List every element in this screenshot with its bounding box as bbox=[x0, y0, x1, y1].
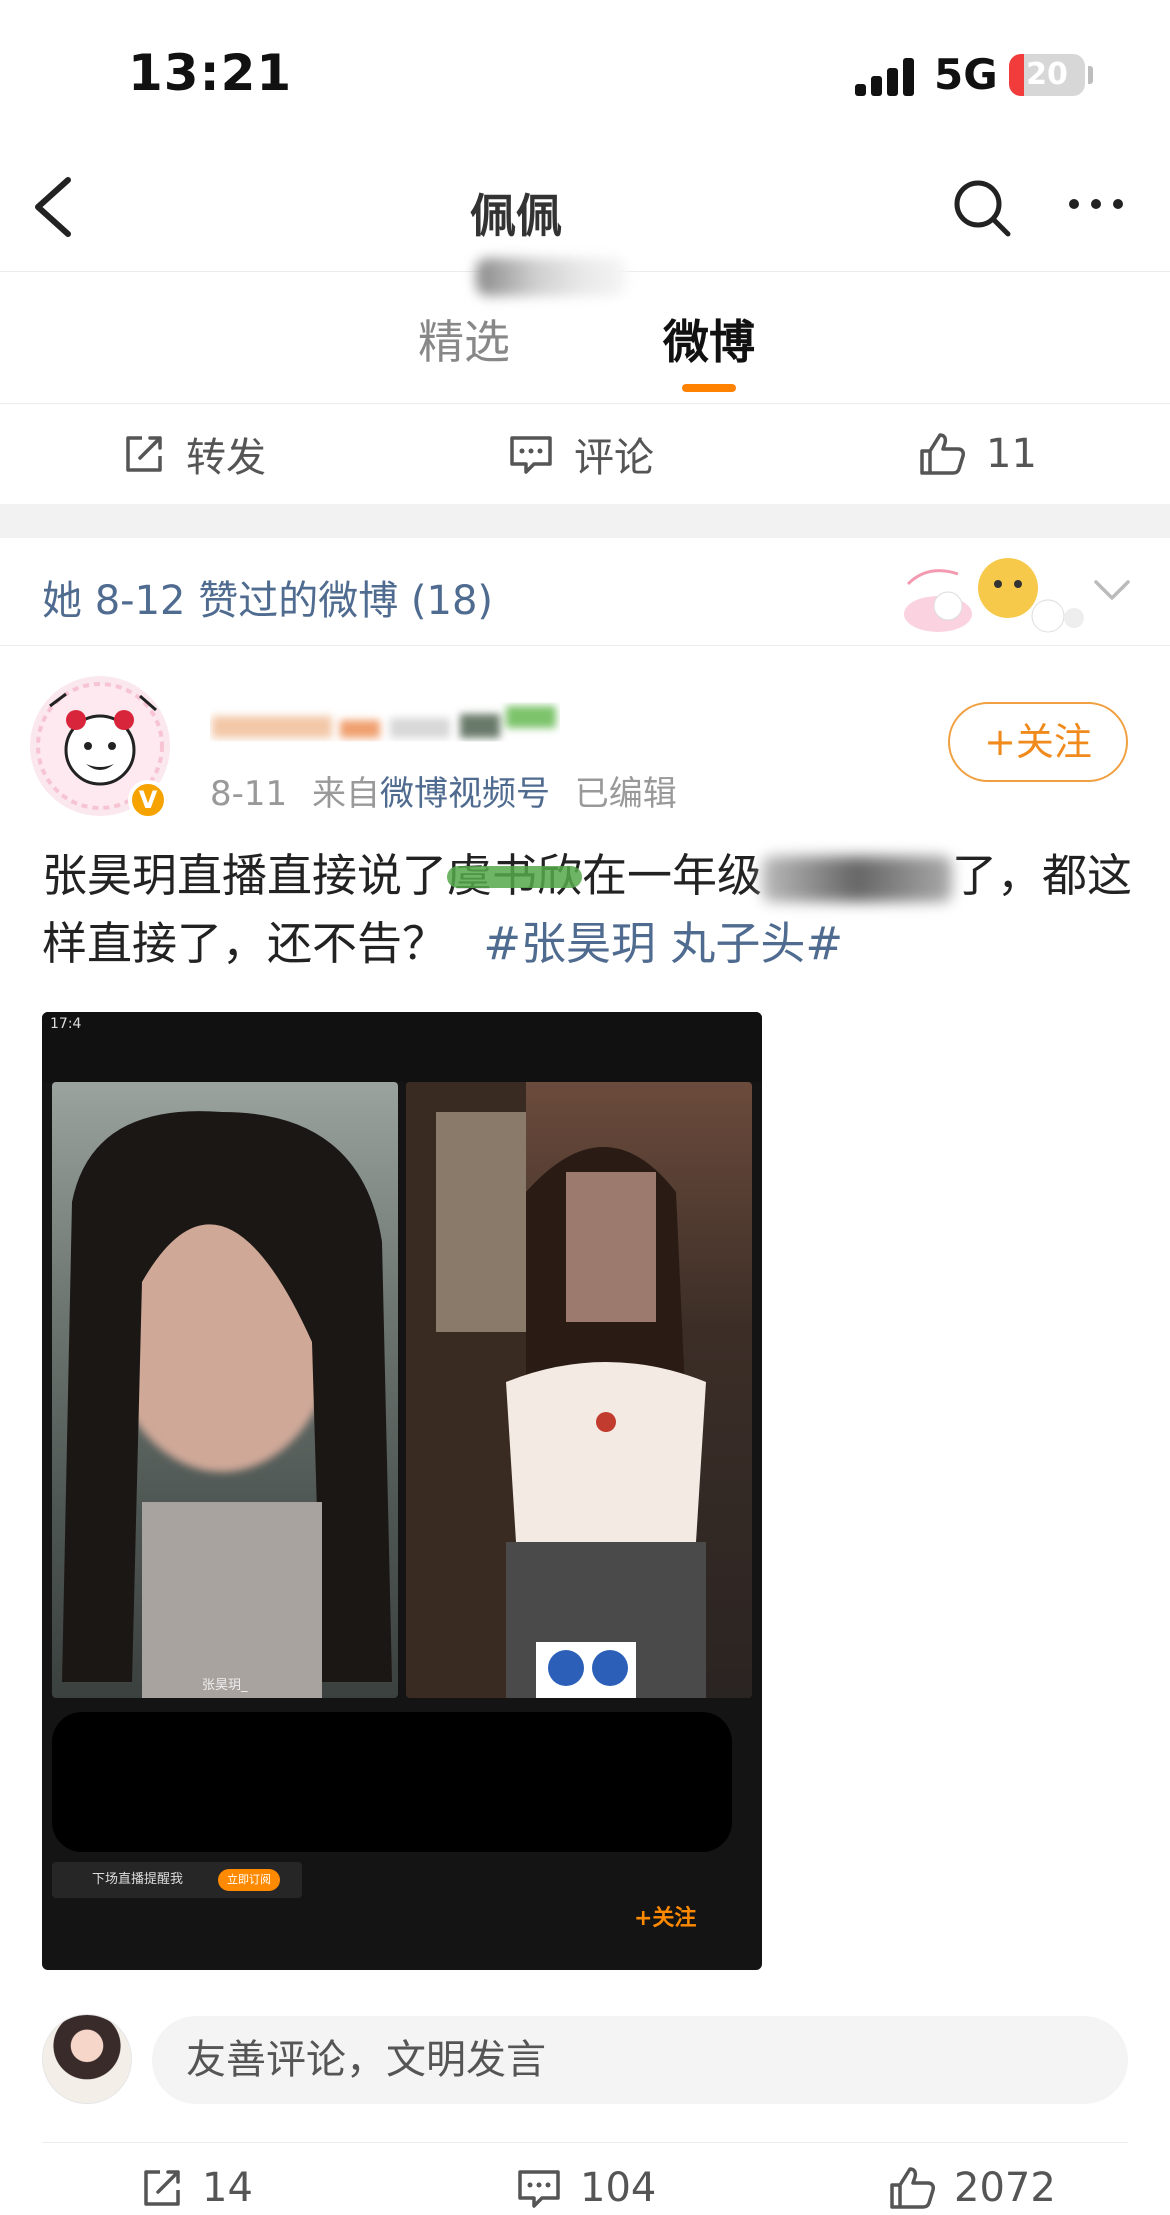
comment-icon bbox=[518, 2170, 560, 2208]
person-right-illustration bbox=[406, 1082, 706, 1698]
verified-badge-icon: V bbox=[128, 780, 168, 820]
like-count: 11 bbox=[986, 431, 1037, 477]
network-type: 5G bbox=[934, 50, 998, 99]
stream-top-bar: 17:4 bbox=[42, 1012, 762, 1082]
post-comment-button[interactable]: 104 bbox=[516, 2165, 656, 2211]
follow-button[interactable]: +关注 bbox=[948, 702, 1128, 782]
video-follow-button[interactable]: +关注 bbox=[634, 1900, 696, 1932]
post-like-button[interactable]: 2072 bbox=[888, 2165, 1056, 2211]
comment-label: 评论 bbox=[574, 435, 654, 481]
post-actions: 14 104 2072 bbox=[42, 2142, 1128, 2215]
post-meta: 8-11 来自微博视频号 已编辑 bbox=[210, 766, 677, 815]
post-text: 张昊玥直播直接说了虞书欣在一年级了，都这样直接了，还不告？ #张昊玥 丸子头# bbox=[42, 842, 1142, 978]
liked-posts-title: 她 8-12 赞过的微博 (18) bbox=[42, 578, 494, 624]
person-left-illustration bbox=[62, 1111, 392, 1698]
comment-button[interactable]: 评论 bbox=[508, 426, 654, 482]
chevron-down-icon[interactable] bbox=[1092, 576, 1132, 604]
tab-featured[interactable]: 精选 bbox=[418, 306, 510, 372]
post-repost-button[interactable]: 14 bbox=[140, 2165, 253, 2211]
nav-bar: 佩佩 bbox=[0, 150, 1170, 296]
stream-time: 17:4 bbox=[50, 1016, 82, 1032]
stream-left-panel: 张昊玥_ bbox=[52, 1082, 398, 1698]
sticker-decoration-icon bbox=[904, 558, 1084, 633]
post-header: V 8-11 来自微博视频号 已编辑 +关注 bbox=[0, 646, 1170, 836]
search-icon[interactable] bbox=[950, 176, 1014, 240]
repost-button[interactable]: 转发 bbox=[122, 426, 266, 482]
stream-right-panel bbox=[406, 1082, 752, 1698]
thumbs-up-icon bbox=[920, 433, 965, 475]
post-video-thumbnail[interactable]: 17:4 张昊玥_ 下场直播提醒我 立即订阅 +关注 bbox=[42, 1012, 762, 1970]
post-edited: 已编辑 bbox=[574, 774, 677, 814]
green-scribble bbox=[447, 866, 583, 888]
subscribe-button[interactable]: 立即订阅 bbox=[218, 1869, 280, 1891]
battery-level: 20 bbox=[1026, 57, 1068, 92]
more-icon[interactable] bbox=[1066, 194, 1126, 214]
post-text-part2: 在一年级 bbox=[582, 849, 763, 902]
my-avatar[interactable] bbox=[42, 2014, 132, 2104]
blurred-username[interactable] bbox=[210, 700, 560, 752]
repost-count: 14 bbox=[202, 2165, 253, 2211]
thumbs-up-icon bbox=[890, 2167, 935, 2209]
stream-left-name: 张昊玥_ bbox=[202, 1678, 248, 1693]
comment-icon bbox=[510, 436, 552, 474]
battery-cap bbox=[1088, 66, 1093, 84]
back-arrow-icon[interactable] bbox=[28, 172, 88, 242]
like-button[interactable]: 11 bbox=[918, 426, 1037, 482]
signal-icon bbox=[855, 58, 917, 96]
repost-icon bbox=[126, 436, 162, 472]
status-bar: 13:21 5G 20 bbox=[0, 0, 1170, 150]
section-divider bbox=[0, 504, 1170, 538]
repost-icon bbox=[144, 2170, 180, 2206]
status-time: 13:21 bbox=[128, 44, 293, 102]
post-date: 8-11 bbox=[210, 774, 288, 814]
post-text-marked: 虞书欣 bbox=[447, 842, 583, 910]
tab-weibo[interactable]: 微博 bbox=[663, 306, 755, 372]
liked-posts-header[interactable]: 她 8-12 赞过的微博 (18) bbox=[0, 538, 1170, 646]
prev-post-actions: 转发 评论 11 bbox=[0, 404, 1170, 504]
active-tab-indicator bbox=[682, 384, 736, 392]
comment-input[interactable]: 友善评论，文明发言 bbox=[152, 2016, 1128, 2104]
battery-icon: 20 bbox=[1009, 54, 1085, 96]
profile-tabs: 精选 微博 bbox=[0, 272, 1170, 404]
post-source-prefix: 来自 bbox=[311, 774, 380, 814]
repost-label: 转发 bbox=[186, 435, 266, 481]
post-source[interactable]: 微博视频号 bbox=[380, 774, 550, 814]
comment-row: 友善评论，文明发言 bbox=[0, 2010, 1170, 2120]
blurred-text bbox=[762, 856, 953, 902]
topic-link[interactable]: #张昊玥 丸子头# bbox=[483, 917, 843, 970]
page-title-text: 佩佩 bbox=[470, 189, 562, 243]
redaction-block bbox=[52, 1712, 732, 1852]
comment-count: 104 bbox=[580, 2165, 657, 2211]
post-like-count: 2072 bbox=[954, 2165, 1056, 2211]
post-text-part1: 张昊玥直播直接说了 bbox=[42, 849, 448, 902]
